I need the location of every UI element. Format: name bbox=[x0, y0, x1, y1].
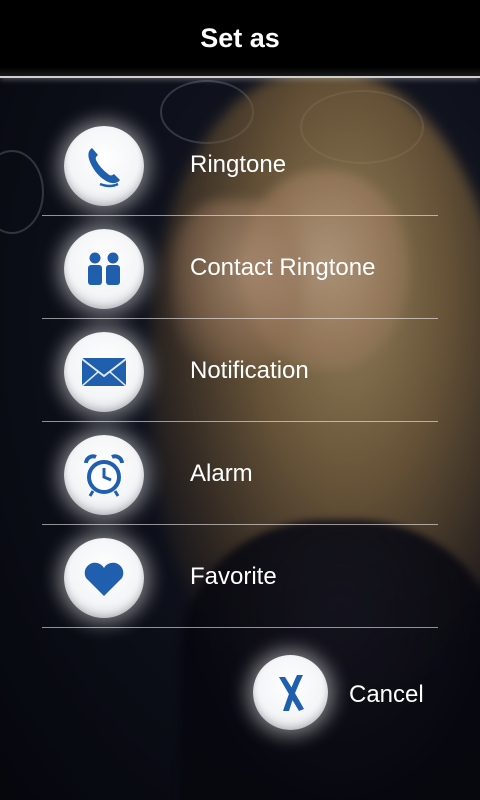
envelope-icon bbox=[81, 358, 127, 387]
option-label: Contact Ringtone bbox=[190, 254, 376, 281]
contact-ringtone-button[interactable] bbox=[64, 229, 144, 309]
notification-button[interactable] bbox=[64, 332, 144, 412]
cancel-row[interactable]: Cancel bbox=[0, 655, 480, 735]
x-icon bbox=[278, 674, 304, 711]
ringtone-button[interactable] bbox=[64, 126, 144, 206]
option-label: Ringtone bbox=[190, 151, 287, 178]
option-notification[interactable]: Notification bbox=[0, 319, 480, 422]
option-label: Notification bbox=[190, 357, 309, 384]
option-ringtone[interactable]: Ringtone bbox=[0, 113, 480, 216]
option-favorite[interactable]: Favorite bbox=[0, 525, 480, 628]
heart-icon bbox=[84, 562, 124, 596]
option-contact-ringtone[interactable]: Contact Ringtone bbox=[0, 216, 480, 319]
option-alarm[interactable]: Alarm bbox=[0, 422, 480, 525]
alarm-clock-icon bbox=[84, 454, 124, 497]
dialog-title: Set as bbox=[200, 22, 280, 53]
favorite-button[interactable] bbox=[64, 538, 144, 618]
set-as-options-list: Ringtone Contact Ringtone Notification A… bbox=[0, 113, 480, 628]
cancel-button[interactable] bbox=[253, 655, 328, 730]
alarm-button[interactable] bbox=[64, 435, 144, 515]
cancel-label: Cancel bbox=[349, 681, 424, 708]
dialog-header: Set as bbox=[0, 0, 480, 78]
option-label: Alarm bbox=[190, 460, 253, 487]
phone-icon bbox=[88, 148, 120, 188]
option-label: Favorite bbox=[190, 563, 277, 590]
contacts-icon bbox=[88, 252, 120, 285]
